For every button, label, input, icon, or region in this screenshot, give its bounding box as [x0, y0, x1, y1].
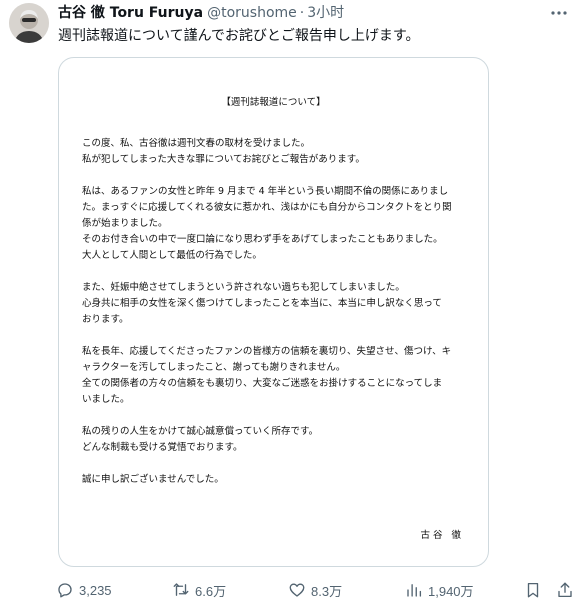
document-signature: 古谷 徹	[420, 530, 464, 541]
author-handle[interactable]: @torushome	[207, 3, 297, 23]
views-button[interactable]: 1,940万	[405, 578, 474, 602]
document-title: 【週刊誌報道について】	[221, 97, 326, 108]
avatar[interactable]	[9, 3, 49, 43]
like-count: 8.3万	[311, 583, 343, 599]
action-bar: 3,235 6.6万 8.3万 1,940万	[54, 578, 574, 602]
document-line: 心身共に相手の女性を深く傷つけてしまったことを本当に、本当に申し訳なく思って	[82, 298, 442, 309]
document-paragraph: 私は、あるファンの女性と昨年 9 月まで 4 年半という長い期間不倫の関係にあり…	[82, 184, 474, 264]
heart-icon	[289, 583, 305, 597]
document-paragraph: また、妊娠中絶させてしまうという許されない過ちも犯してしまいました。 心身共に相…	[82, 280, 474, 328]
document-line: そのお付き合いの中で一度口論になり思わず手をあげてしまったこともありました。	[82, 234, 443, 245]
document-line: ャラクターを汚してしまったこと、謝っても謝りきれません。	[82, 362, 346, 373]
bookmark-icon	[527, 582, 539, 598]
document-line: いました。	[82, 394, 130, 405]
document-line: 私の残りの人生をかけて誠心誠意償っていく所存です。	[82, 426, 319, 437]
document-paragraph: 私の残りの人生をかけて誠心誠意償っていく所存です。 どんな制裁も受ける覚悟でおり…	[82, 424, 474, 456]
statement-document: 【週刊誌報道について】 この度、私、古谷徹は週刊文春の取材を受けました。 私が犯…	[59, 58, 488, 566]
reply-button[interactable]: 3,235	[56, 578, 112, 602]
document-line: 私を長年、応援してくださったファンの皆様方の信頼を裏切り、失望させ、傷つけ、キ	[82, 346, 452, 357]
document-line: 私は、あるファンの女性と昨年 9 月まで 4 年半という長い期間不倫の関係にあり…	[82, 186, 449, 197]
document-line: た。まっすぐに応援してくれる彼女に惹かれ、浅はかにも自分からコンタクトをとり関	[82, 202, 452, 213]
bookmark-button[interactable]	[524, 578, 542, 602]
like-button[interactable]: 8.3万	[288, 578, 342, 602]
repost-arrows-icon	[173, 583, 189, 596]
document-line: この度、私、古谷徹は週刊文春の取材を受けました。	[82, 138, 311, 149]
document-line: どんな制裁も受ける覚悟でおります。	[82, 442, 243, 453]
document-line: おります。	[82, 314, 129, 325]
separator-dot: ·	[299, 5, 305, 21]
share-button[interactable]	[556, 578, 574, 602]
analytics-bars-icon	[407, 584, 422, 597]
document-line: 全ての関係者の方々の信頼をも裏切り、大変なご迷惑をお掛けすることになってしま	[82, 378, 443, 389]
tweet-timestamp[interactable]: 3小时	[307, 3, 344, 23]
tweet: 古谷 徹 Toru Furuya @torushome · 3小时 週刊誌報道に…	[0, 0, 583, 604]
document-line: 私が犯してしまった大きな罪についてお詫びとご報告があります。	[82, 154, 365, 165]
tweet-header: 古谷 徹 Toru Furuya @torushome · 3小时	[58, 3, 344, 23]
document-paragraph: 誠に申し訳ございませんでした。	[82, 472, 474, 488]
document-body: この度、私、古谷徹は週刊文春の取材を受けました。 私が犯してしまった大きな罪につ…	[82, 136, 474, 504]
document-paragraph: この度、私、古谷徹は週刊文春の取材を受けました。 私が犯してしまった大きな罪につ…	[82, 136, 474, 168]
share-upload-icon	[558, 582, 572, 598]
repost-count: 6.6万	[195, 583, 227, 599]
reply-count: 3,235	[79, 582, 112, 598]
document-line: また、妊娠中絶させてしまうという許されない過ちも犯してしまいました。	[82, 282, 405, 293]
tweet-text: 週刊誌報道について謹んでお詫びとご報告申し上げます。	[58, 28, 420, 44]
repost-button[interactable]: 6.6万	[172, 578, 226, 602]
document-line: 係が始まりました。	[82, 218, 168, 229]
reply-bubble-icon	[58, 583, 72, 598]
avatar-image	[9, 3, 49, 43]
document-line: 誠に申し訳ございませんでした。	[82, 474, 224, 485]
more-horizontal-icon[interactable]	[549, 4, 569, 22]
document-line: 大人として人間として最低の行為でした。	[82, 250, 262, 261]
document-paragraph: 私を長年、応援してくださったファンの皆様方の信頼を裏切り、失望させ、傷つけ、キ …	[82, 344, 474, 408]
views-count: 1,940万	[428, 583, 474, 599]
author-display-name[interactable]: 古谷 徹 Toru Furuya	[58, 3, 203, 23]
attached-image[interactable]: 【週刊誌報道について】 この度、私、古谷徹は週刊文春の取材を受けました。 私が犯…	[58, 57, 489, 567]
